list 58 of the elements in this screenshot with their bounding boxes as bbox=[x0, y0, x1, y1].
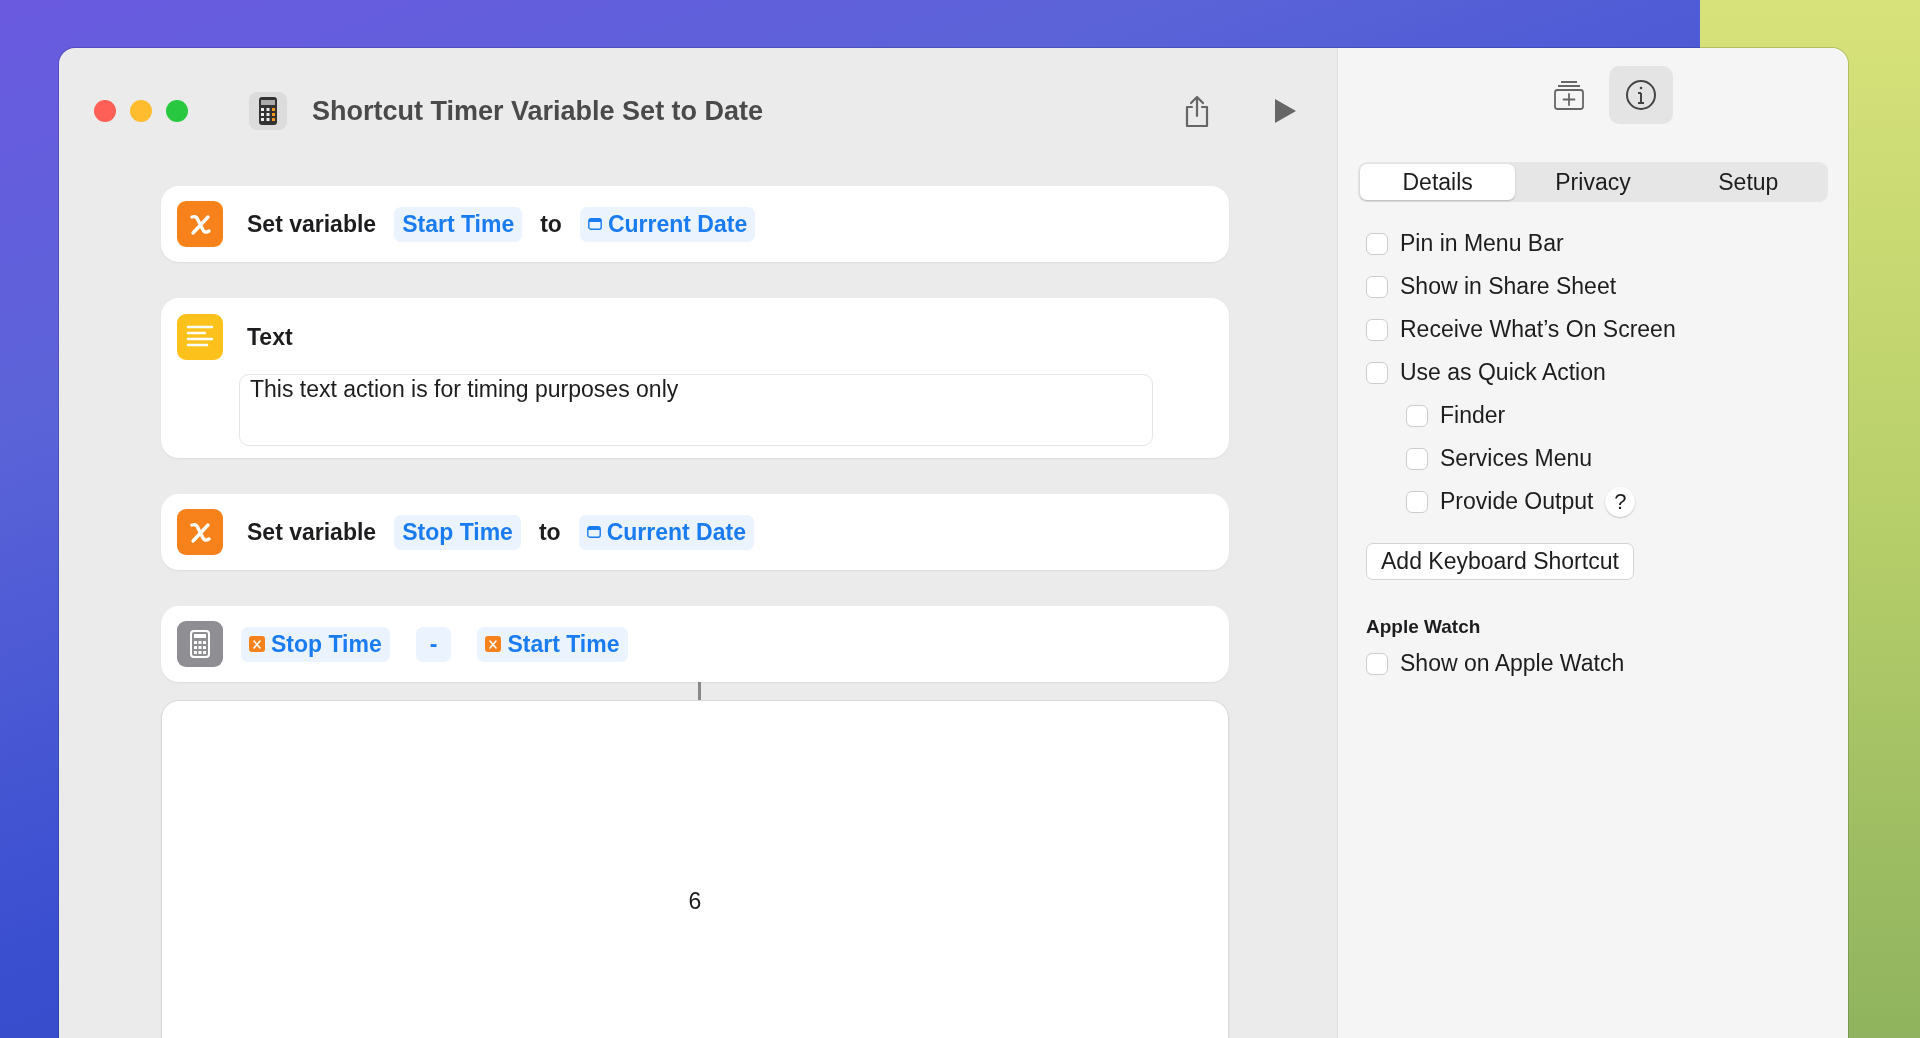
variable-icon bbox=[177, 509, 223, 555]
text-field[interactable]: This text action is for timing purposes only bbox=[239, 374, 1153, 446]
info-icon bbox=[1625, 79, 1657, 111]
checkbox[interactable] bbox=[1406, 404, 1428, 427]
info-button[interactable] bbox=[1609, 66, 1673, 124]
minimize-button[interactable] bbox=[130, 100, 152, 122]
text-action[interactable]: Text This text action is for timing purposes only bbox=[161, 298, 1229, 458]
option-label: Receive What’s On Screen bbox=[1400, 316, 1676, 343]
connector-label: to bbox=[538, 518, 561, 546]
zoom-button[interactable] bbox=[166, 100, 188, 122]
option-label: Provide Output bbox=[1440, 488, 1594, 515]
calculator-icon bbox=[177, 621, 223, 667]
window-title: Shortcut Timer Variable Set to Date bbox=[312, 95, 764, 127]
close-button[interactable] bbox=[94, 100, 116, 122]
option-label: Show on Apple Watch bbox=[1400, 650, 1625, 677]
section-title: Apple Watch bbox=[1366, 616, 1482, 638]
current-date-token[interactable]: Current Date bbox=[578, 514, 754, 550]
option-label: Finder bbox=[1440, 402, 1506, 429]
option-label: Use as Quick Action bbox=[1400, 359, 1606, 386]
set-variable-action[interactable]: Set variable Stop Time to Current Date bbox=[161, 494, 1229, 570]
option-label: Show in Share Sheet bbox=[1400, 273, 1617, 300]
result-value: 6 bbox=[688, 887, 702, 915]
checkbox[interactable] bbox=[1366, 361, 1388, 384]
variable-token[interactable]: Stop Time bbox=[394, 514, 521, 550]
variable-token[interactable]: Stop Time bbox=[241, 626, 390, 662]
calculate-action[interactable]: Stop Time - Start Time bbox=[161, 606, 1229, 682]
add-action-icon[interactable] bbox=[1553, 79, 1585, 111]
connector-label: to bbox=[540, 210, 562, 238]
help-button[interactable]: ? bbox=[1605, 486, 1636, 517]
segment-tab[interactable]: Setup bbox=[1670, 164, 1826, 200]
play-icon[interactable] bbox=[1273, 98, 1297, 124]
option-label: Services Menu bbox=[1440, 445, 1593, 472]
share-icon[interactable] bbox=[1183, 94, 1211, 128]
checkbox[interactable] bbox=[1366, 652, 1388, 675]
variable-icon bbox=[249, 636, 265, 652]
variable-token[interactable]: Start Time bbox=[477, 626, 628, 662]
checkbox[interactable] bbox=[1366, 275, 1388, 298]
segment-tab[interactable]: Privacy bbox=[1515, 164, 1671, 200]
checkbox[interactable] bbox=[1366, 232, 1388, 255]
checkbox[interactable] bbox=[1406, 490, 1428, 513]
variable-token[interactable]: Start Time bbox=[394, 206, 523, 242]
operator-token[interactable]: - bbox=[415, 626, 452, 662]
variable-icon bbox=[177, 201, 223, 247]
set-variable-action[interactable]: Set variable Start Time to Current Date bbox=[161, 186, 1229, 262]
add-keyboard-shortcut-button[interactable]: Add Keyboard Shortcut bbox=[1366, 543, 1634, 580]
calendar-icon bbox=[586, 526, 601, 538]
variable-icon bbox=[485, 636, 502, 652]
action-title: Text bbox=[247, 323, 293, 351]
action-label: Set variable bbox=[247, 210, 377, 238]
action-label: Set variable bbox=[247, 518, 377, 546]
calendar-icon bbox=[587, 218, 602, 230]
segment-tab[interactable]: Details bbox=[1360, 164, 1516, 200]
current-date-token[interactable]: Current Date bbox=[579, 206, 756, 242]
calculator-icon bbox=[248, 91, 288, 131]
checkbox[interactable] bbox=[1406, 447, 1428, 470]
checkbox[interactable] bbox=[1366, 318, 1388, 341]
text-lines-icon bbox=[177, 314, 223, 360]
option-label: Pin in Menu Bar bbox=[1400, 230, 1564, 257]
